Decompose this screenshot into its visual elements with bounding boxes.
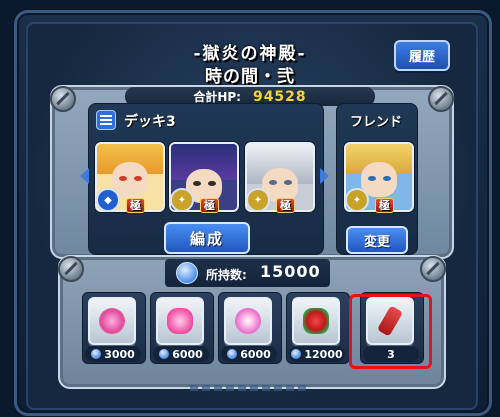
selected-item-highlight (349, 294, 432, 369)
orb-mini-icon (227, 349, 238, 359)
bolt-icon (58, 256, 84, 282)
change-friend-button[interactable]: 変更 (346, 226, 408, 254)
water-element-icon: ◆ (96, 188, 120, 212)
light-element-icon: ✦ (170, 188, 194, 212)
speed-up-icon[interactable] (88, 297, 136, 345)
item-cost: 6000 (153, 346, 209, 362)
bottom-decoration (190, 385, 310, 391)
star-icon[interactable] (224, 297, 272, 345)
item-cost-value: 6000 (172, 347, 203, 361)
light-element-icon: ✦ (246, 188, 270, 212)
orb-mini-icon (291, 349, 302, 359)
next-deck-arrow-icon[interactable] (320, 168, 329, 184)
bolt-icon (50, 86, 76, 112)
splash-icon[interactable] (292, 297, 340, 345)
rank-tag: 極 (126, 198, 145, 213)
history-button[interactable]: 履歴 (394, 40, 450, 71)
rank-tag: 極 (276, 198, 295, 213)
list-icon[interactable] (96, 110, 116, 130)
orb-mini-icon (159, 349, 170, 359)
item-cost: 6000 (221, 346, 277, 362)
deck-label: デッキ3 (124, 114, 176, 130)
previous-deck-arrow-icon[interactable] (80, 168, 89, 184)
heart-icon[interactable] (156, 297, 204, 345)
light-element-icon: ✦ (345, 188, 369, 212)
bolt-icon (428, 86, 454, 112)
item-cost-value: 3000 (104, 347, 135, 361)
friend-label: フレンド (349, 115, 402, 130)
bolt-icon (420, 256, 446, 282)
rank-tag: 極 (200, 198, 219, 213)
item-cost: 3000 (85, 346, 141, 362)
item-cost-value: 12000 (304, 347, 343, 361)
owned-label: 所持数: (206, 268, 247, 282)
orb-currency-icon (176, 262, 198, 284)
owned-value: 15000 (260, 262, 321, 281)
edit-party-button[interactable]: 編成 (164, 222, 250, 254)
orb-mini-icon (91, 349, 102, 359)
item-cost-value: 6000 (240, 347, 271, 361)
item-cost: 12000 (289, 346, 345, 362)
quest-start-screen: -獄炎の神殿- 時の間・弐 履歴 合計HP: 94528 デッキ3 フレンド ◆… (0, 0, 500, 417)
rank-tag: 極 (375, 198, 394, 213)
